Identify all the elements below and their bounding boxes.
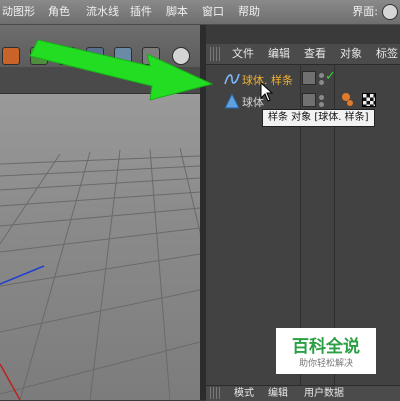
watermark-title: 百科全说 — [292, 337, 360, 357]
watermark-logo: 百科全说 助你轻松解决 — [276, 328, 376, 374]
watermark-subtitle: 助你轻松解决 — [298, 359, 353, 369]
